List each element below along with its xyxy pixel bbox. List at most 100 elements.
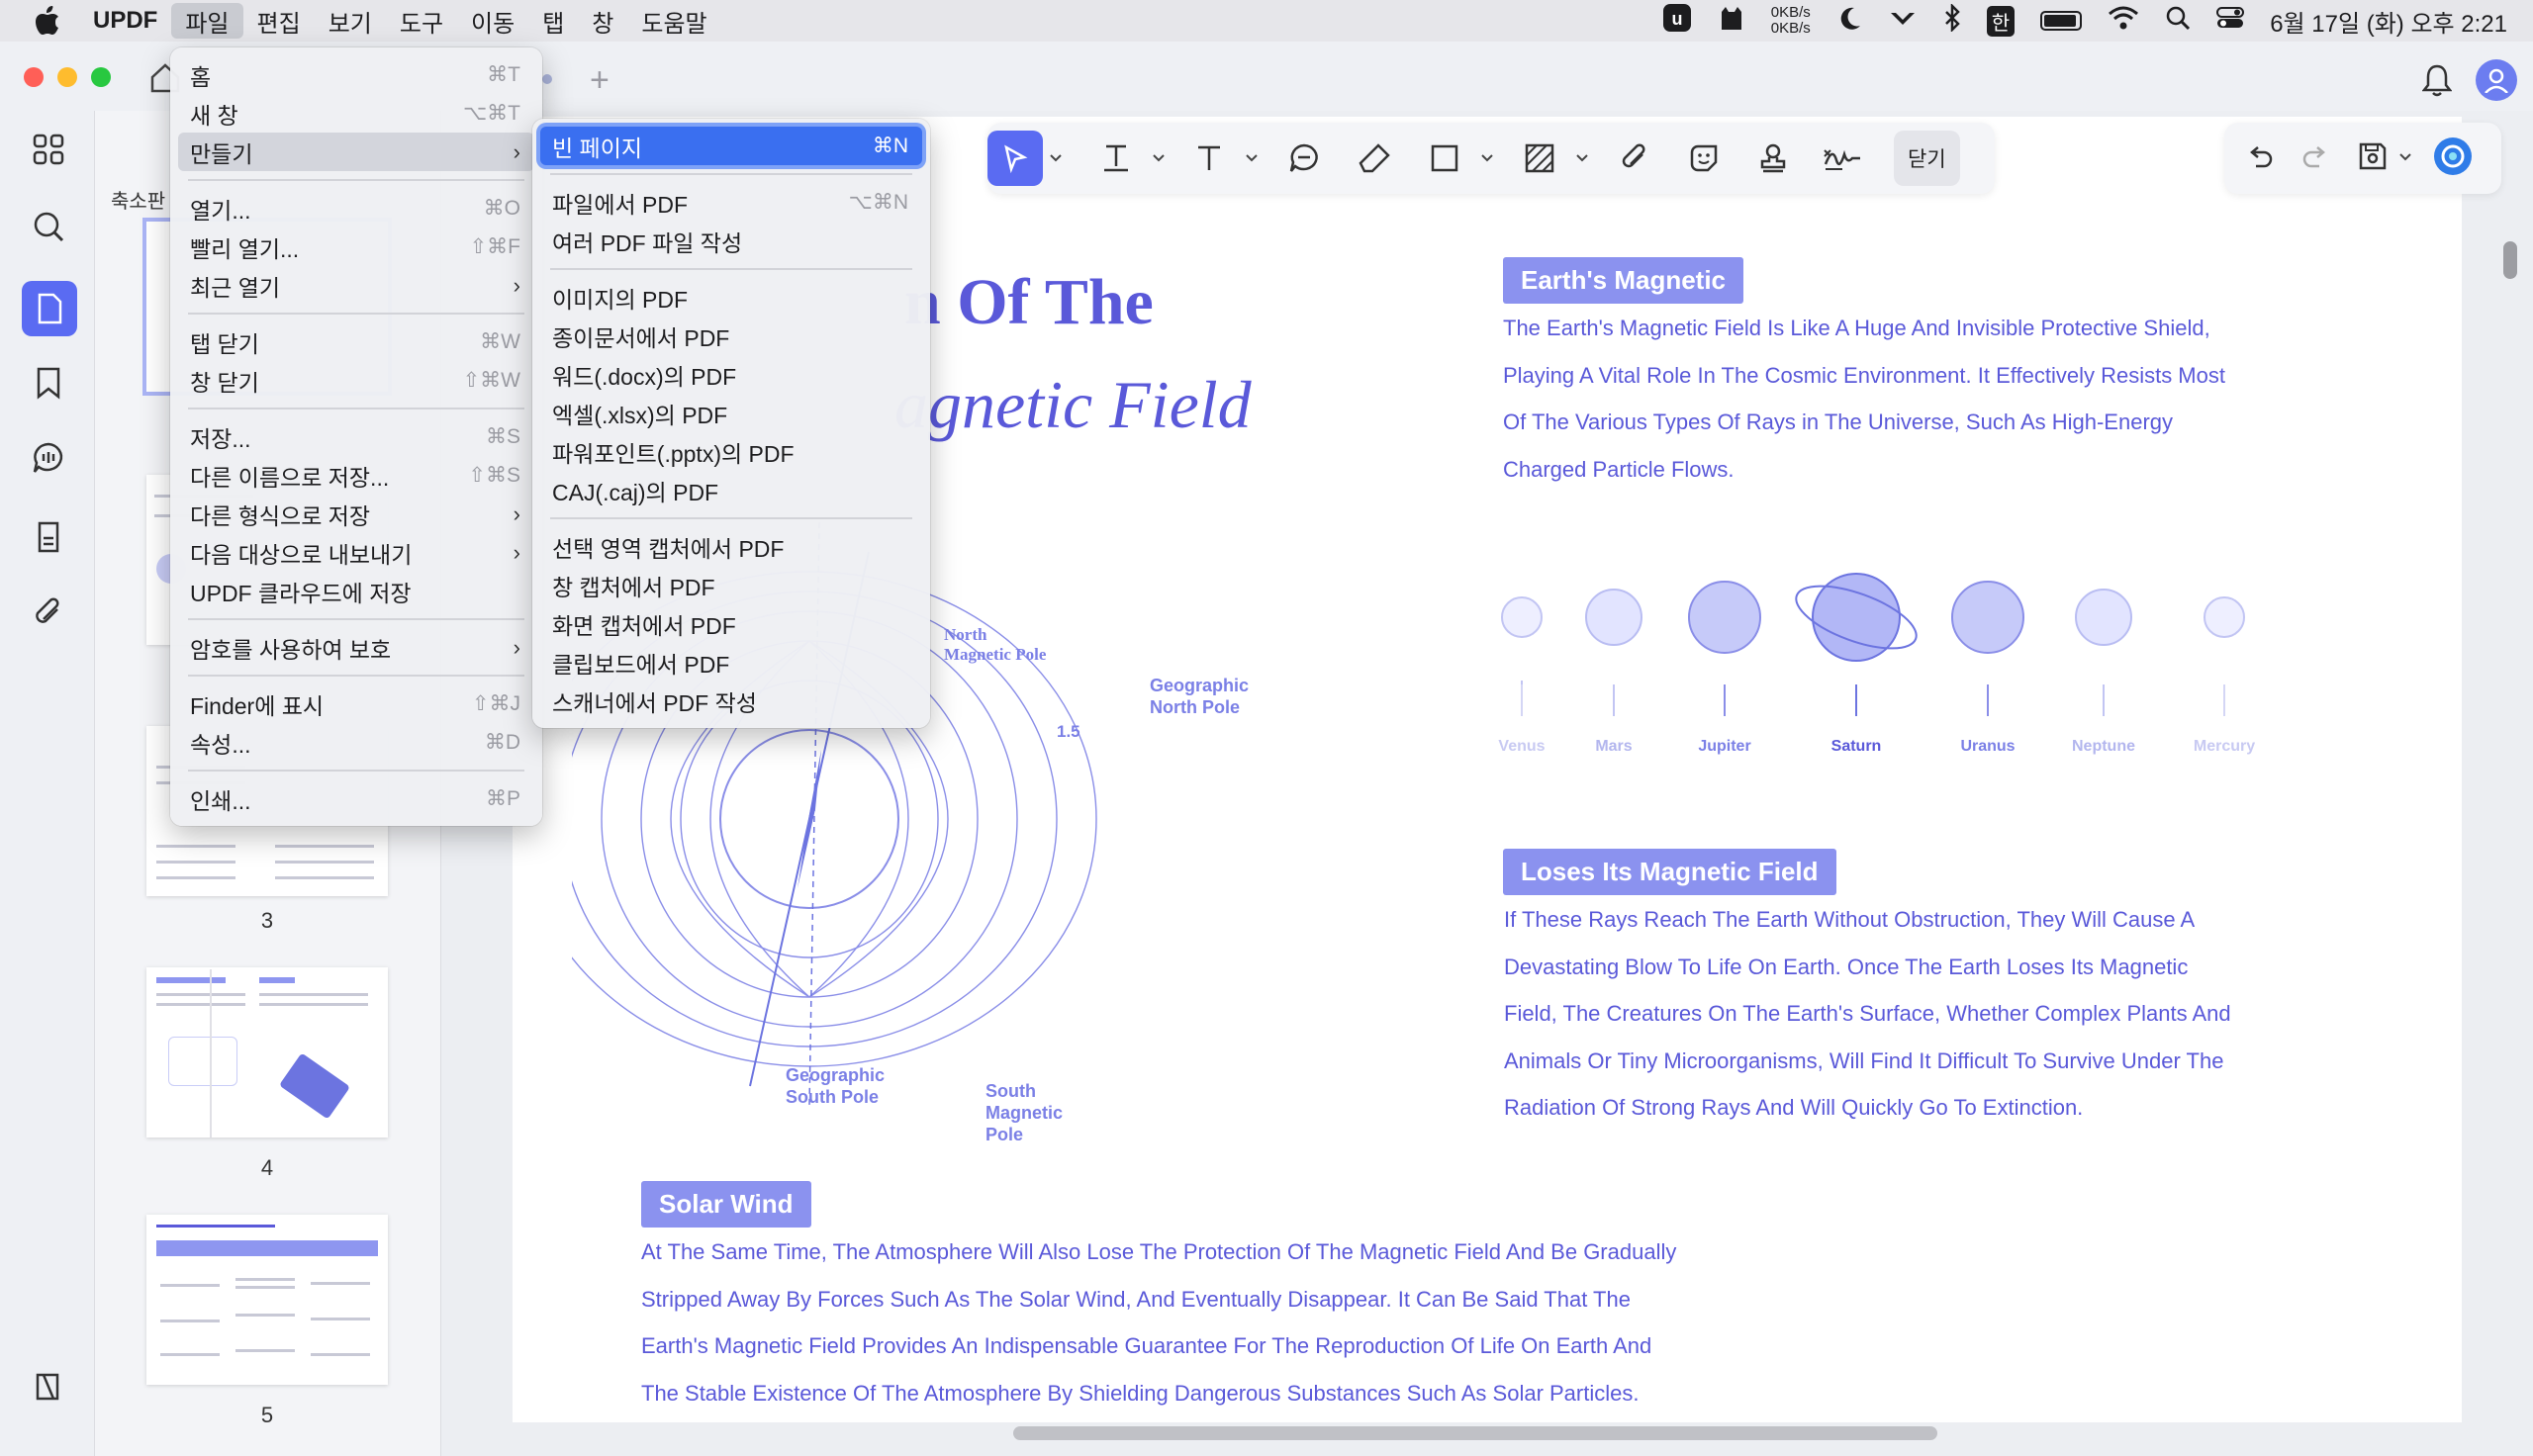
menu-edit[interactable]: 편집 (243, 3, 315, 39)
page-thumbnail-4[interactable] (146, 967, 388, 1138)
menu-item-blank-page[interactable]: 빈 페이지 ⌘N (540, 127, 922, 165)
menu-item-save-as[interactable]: 다른 이름으로 저장... ⇧⌘S (178, 456, 534, 495)
menu-item-pdf-from-excel[interactable]: 엑셀(.xlsx)의 PDF (540, 394, 922, 432)
menu-item-create-multiple[interactable]: 여러 PDF 파일 작성 (540, 222, 922, 260)
south-magnetic-pole-label: South Magnetic Pole (985, 1080, 1063, 1145)
bell-icon[interactable] (2421, 63, 2453, 102)
battery-icon[interactable] (2040, 11, 2083, 31)
page-thumbnail-5[interactable] (146, 1215, 388, 1385)
ai-assistant-icon[interactable] (2432, 136, 2474, 182)
text-tool-icon[interactable] (1179, 131, 1239, 186)
chevron-down-icon[interactable] (1474, 131, 1500, 186)
menu-item-pdf-from-screen-capture[interactable]: 화면 캡처에서 PDF (540, 604, 922, 643)
bluetooth-icon[interactable] (1943, 2, 1961, 39)
menu-item-quick-open[interactable]: 빨리 열기... ⇧⌘F (178, 228, 534, 266)
chevron-down-icon[interactable] (1146, 131, 1172, 186)
spotlight-search-icon[interactable] (2165, 5, 2191, 38)
chevron-down-icon[interactable] (1239, 131, 1265, 186)
control-center-icon[interactable] (2216, 6, 2245, 37)
input-method[interactable]: 한 (1986, 5, 2016, 37)
zoom-window-button[interactable] (91, 67, 111, 87)
planet-label: Venus (1498, 738, 1546, 755)
menu-tab[interactable]: 탭 (528, 3, 578, 39)
eraser-icon[interactable] (1346, 131, 1405, 186)
menu-item-pdf-from-window-capture[interactable]: 창 캡처에서 PDF (540, 566, 922, 604)
thumbnail-view-icon[interactable] (22, 281, 77, 336)
menu-item-pdf-from-caj[interactable]: CAJ(.caj)의 PDF (540, 471, 922, 509)
horizontal-scrollbar[interactable] (1013, 1426, 1937, 1440)
planet-jupiter (1688, 581, 1761, 654)
menu-item-pdf-from-word[interactable]: 워드(.docx)의 PDF (540, 355, 922, 394)
close-window-button[interactable] (24, 67, 44, 87)
chevron-down-icon[interactable] (2398, 149, 2412, 167)
comment-bubble-icon[interactable] (1274, 131, 1334, 186)
menu-item-new-window[interactable]: 새 창 ⌥⌘T (178, 94, 534, 133)
comment-icon[interactable] (28, 437, 69, 479)
menu-item-export[interactable]: 다음 대상으로 내보내기 › (178, 533, 534, 572)
app-menu[interactable]: UPDF (79, 3, 171, 39)
sticker-icon[interactable] (1674, 131, 1734, 186)
planet-uranus (1951, 581, 2024, 654)
chevron-down-icon[interactable] (1043, 131, 1069, 186)
grid-icon[interactable] (28, 129, 69, 170)
menu-help[interactable]: 도움말 (627, 3, 720, 39)
paperclip-icon[interactable] (1605, 131, 1664, 186)
menu-item-create[interactable]: 만들기 › (178, 133, 534, 171)
signature-icon[interactable] (1813, 131, 1872, 186)
menu-window[interactable]: 창 (578, 3, 627, 39)
menu-tools[interactable]: 도구 (386, 3, 457, 39)
menu-item-pdf-from-paper[interactable]: 종이문서에서 PDF (540, 317, 922, 355)
menu-item-open[interactable]: 열기... ⌘O (178, 189, 534, 228)
menu-item-save[interactable]: 저장... ⌘S (178, 417, 534, 456)
menu-item-properties[interactable]: 속성... ⌘D (178, 723, 534, 762)
select-tool-icon[interactable] (987, 131, 1043, 186)
document-stack-icon[interactable] (28, 516, 69, 558)
moon-icon[interactable] (1836, 5, 1862, 38)
menu-go[interactable]: 이동 (457, 3, 528, 39)
layers-icon[interactable] (28, 1365, 69, 1407)
menu-item-pdf-from-image[interactable]: 이미지의 PDF (540, 278, 922, 317)
download-icon[interactable] (1888, 5, 1918, 38)
user-avatar[interactable] (2476, 59, 2517, 101)
wifi-icon[interactable] (2108, 5, 2139, 38)
menu-item-save-cloud[interactable]: UPDF 클라우드에 저장 (178, 572, 534, 610)
pattern-fill-icon[interactable] (1510, 131, 1569, 186)
menu-item-protect-password[interactable]: 암호를 사용하여 보호 › (178, 628, 534, 667)
menu-item-close-window[interactable]: 창 닫기 ⇧⌘W (178, 361, 534, 400)
cat-icon[interactable] (1718, 4, 1745, 39)
menu-item-pdf-from-clipboard[interactable]: 클립보드에서 PDF (540, 643, 922, 682)
apple-icon[interactable] (22, 0, 73, 42)
menu-item-pdf-from-scanner[interactable]: 스캐너에서 PDF 작성 (540, 682, 922, 720)
undo-icon[interactable] (2246, 142, 2274, 175)
menu-item-home[interactable]: 홈 ⌘T (178, 55, 534, 94)
shortcut: ⌘W (480, 330, 520, 353)
new-tab-button[interactable]: + (590, 61, 610, 100)
clock[interactable]: 6월 17일 (화) 오후 2:21 (2270, 4, 2507, 39)
redo-icon[interactable] (2301, 142, 2329, 175)
vertical-scrollbar[interactable] (2503, 241, 2517, 279)
updf-status-icon[interactable]: u (1662, 3, 1692, 40)
menu-item-close-tab[interactable]: 탭 닫기 ⌘W (178, 322, 534, 361)
save-icon[interactable] (2357, 140, 2389, 177)
stamp-icon[interactable] (1743, 131, 1803, 186)
menu-item-label: 새 창 (190, 102, 238, 129)
highlight-text-icon[interactable] (1086, 131, 1146, 186)
bookmark-icon[interactable] (28, 362, 69, 404)
attachment-icon[interactable] (28, 592, 69, 633)
menu-item-label: Finder에 표시 (190, 692, 325, 719)
menu-file[interactable]: 파일 (171, 3, 243, 39)
menu-item-show-finder[interactable]: Finder에 표시 ⇧⌘J (178, 684, 534, 723)
para-line: The Earth's Magnetic Field Is Like A Hug… (1503, 316, 2210, 340)
menu-view[interactable]: 보기 (315, 3, 386, 39)
minimize-window-button[interactable] (57, 67, 77, 87)
menu-item-recent[interactable]: 최근 열기 › (178, 266, 534, 305)
menu-item-print[interactable]: 인쇄... ⌘P (178, 779, 534, 818)
menu-item-pdf-from-file[interactable]: 파일에서 PDF ⌥⌘N (540, 183, 922, 222)
close-annotation-button[interactable]: 닫기 (1894, 131, 1960, 186)
rectangle-shape-icon[interactable] (1415, 131, 1474, 186)
menu-item-save-other-format[interactable]: 다른 형식으로 저장 › (178, 495, 534, 533)
search-icon[interactable] (28, 206, 69, 247)
chevron-down-icon[interactable] (1569, 131, 1595, 186)
menu-item-pdf-from-powerpoint[interactable]: 파워포인트(.pptx)의 PDF (540, 432, 922, 471)
menu-item-pdf-from-selection-capture[interactable]: 선택 영역 캡처에서 PDF (540, 527, 922, 566)
